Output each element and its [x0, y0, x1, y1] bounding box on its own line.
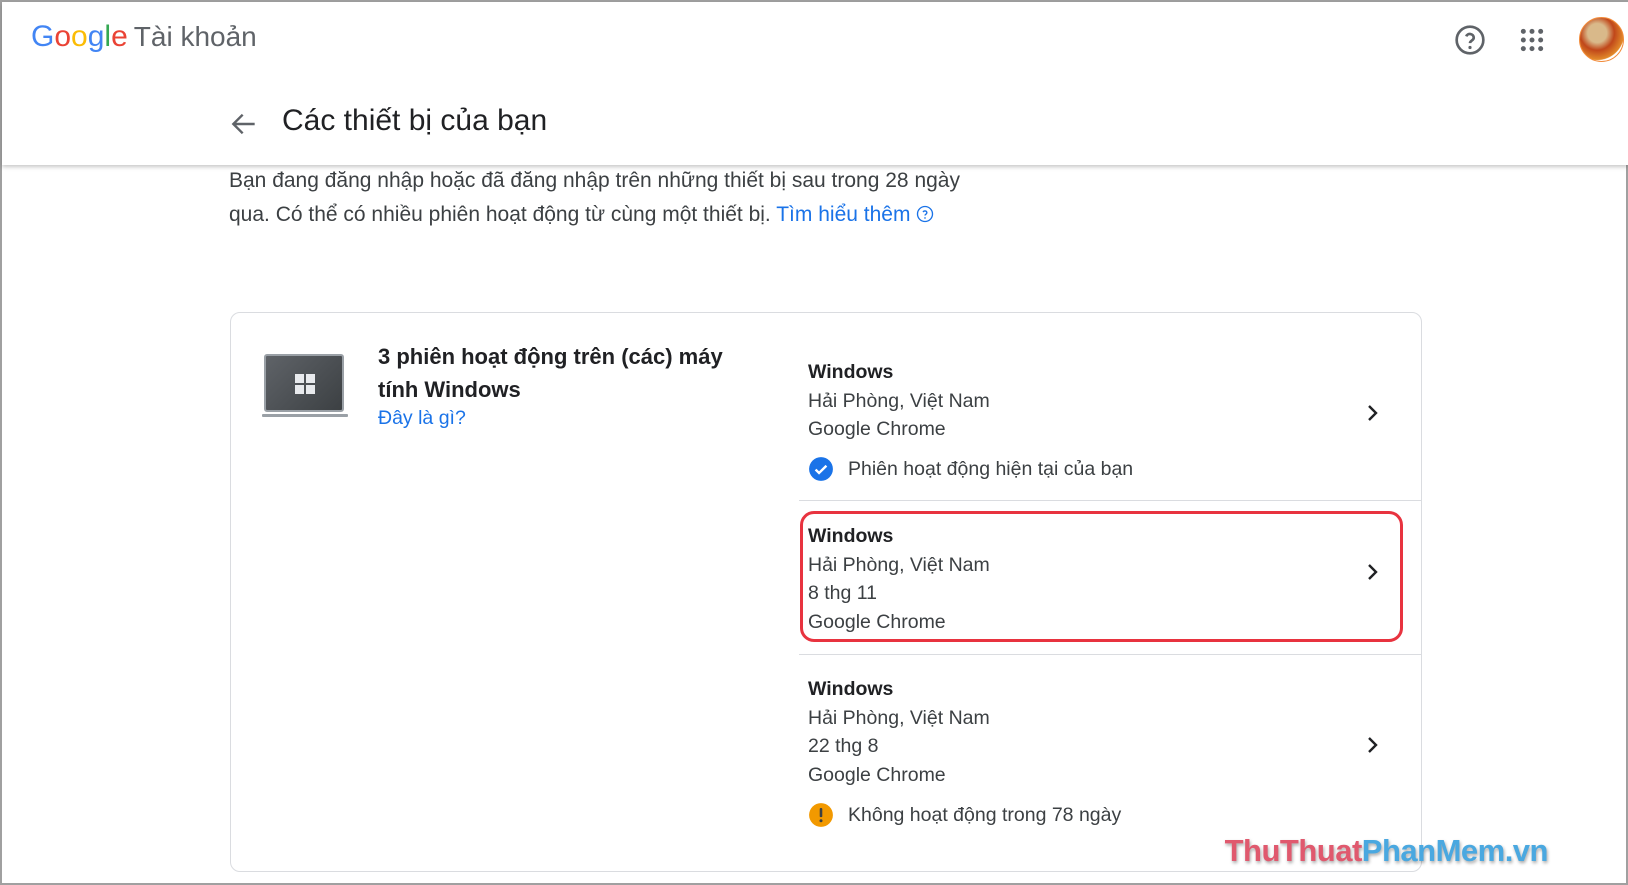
- logo-letter: o: [71, 20, 88, 53]
- session-item-2[interactable]: Windows Hải Phòng, Việt Nam 8 thg 11 Goo…: [808, 522, 990, 636]
- help-button[interactable]: [1450, 20, 1490, 60]
- logo-letter: e: [111, 20, 128, 53]
- what-is-this-link[interactable]: Đây là gì?: [378, 407, 466, 430]
- arrow-back-icon: [231, 113, 255, 135]
- session-os: Windows: [808, 678, 894, 700]
- session-location: Hải Phòng, Việt Nam: [808, 389, 990, 412]
- session-item-3[interactable]: Windows Hải Phòng, Việt Nam 22 thg 8 Goo…: [808, 675, 990, 789]
- session-date: 22 thg 8: [808, 735, 879, 758]
- warning-circle-icon: [809, 803, 833, 827]
- product-name: Tài khoản: [133, 21, 257, 52]
- session-item-1[interactable]: Windows Hải Phòng, Việt Nam Google Chrom…: [808, 358, 990, 444]
- avatar[interactable]: [1579, 17, 1624, 62]
- session-location: Hải Phòng, Việt Nam: [808, 553, 990, 576]
- apps-button[interactable]: [1512, 20, 1552, 60]
- session-location: Hải Phòng, Việt Nam: [808, 706, 990, 729]
- watermark-part: PhanMem.vn: [1361, 833, 1549, 868]
- logo-letter: g: [87, 20, 105, 53]
- laptop-windows-icon: [262, 354, 348, 418]
- session-browser: Google Chrome: [808, 418, 946, 441]
- session-browser: Google Chrome: [808, 763, 946, 786]
- logo-letter: o: [54, 20, 72, 53]
- status-text: Không hoạt động trong 78 ngày: [848, 803, 1122, 826]
- back-button[interactable]: [228, 108, 260, 140]
- intro-text: Bạn đang đăng nhập hoặc đã đăng nhập trê…: [229, 164, 989, 232]
- status-text: Phiên hoạt động hiện tại của bạn: [848, 457, 1134, 480]
- session-os: Windows: [808, 525, 894, 547]
- help-circle-icon: [1455, 25, 1485, 55]
- help-circle-icon: [917, 205, 934, 223]
- device-group-heading: 3 phiên hoạt động trên (các) máy tính Wi…: [378, 344, 723, 402]
- learn-more-link[interactable]: Tìm hiểu thêm: [776, 203, 934, 226]
- logo-letter: G: [31, 20, 55, 53]
- session-date: 8 thg 11: [808, 582, 878, 605]
- top-bar: Google Tài khoản Các thiết bị của bạn: [2, 2, 1628, 165]
- current-session-status: Phiên hoạt động hiện tại của bạn: [808, 456, 1133, 482]
- apps-grid-icon: [1520, 28, 1544, 52]
- session-browser: Google Chrome: [808, 610, 946, 633]
- google-account-logo[interactable]: Google Tài khoản: [31, 20, 257, 54]
- session-os: Windows: [808, 361, 894, 383]
- page-title: Các thiết bị của bạn: [282, 104, 548, 137]
- watermark-part: ThuThuat: [1224, 833, 1363, 868]
- divider: [799, 500, 1422, 501]
- learn-more-label: Tìm hiểu thêm: [776, 203, 911, 226]
- chevron-right-icon[interactable]: [1360, 560, 1384, 584]
- divider: [799, 654, 1422, 655]
- chevron-right-icon[interactable]: [1360, 733, 1384, 757]
- chevron-right-icon[interactable]: [1360, 401, 1384, 425]
- check-circle-icon: [809, 457, 833, 481]
- inactive-session-status: Không hoạt động trong 78 ngày: [808, 802, 1121, 828]
- watermark: ThuThuatPhanMem.vn: [1224, 833, 1549, 869]
